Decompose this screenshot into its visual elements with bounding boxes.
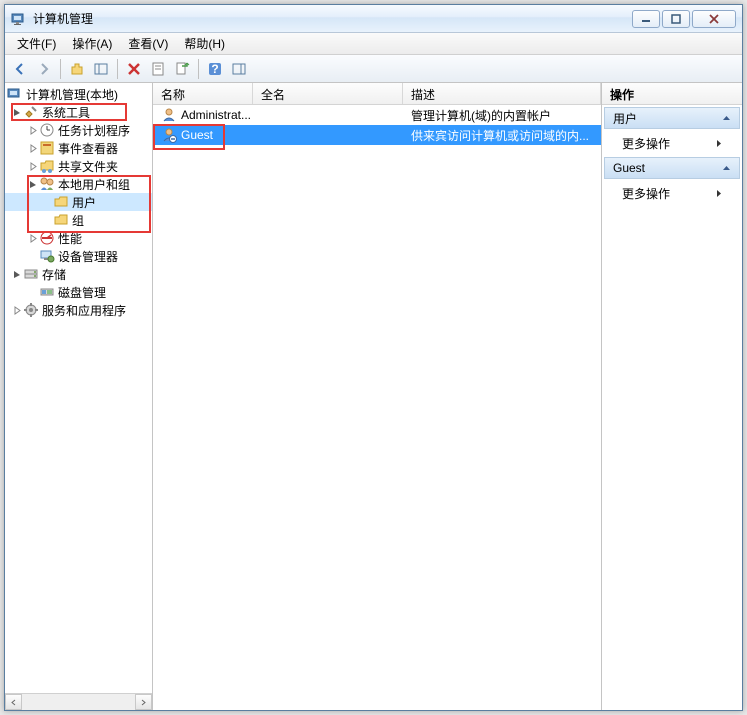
actions-pane: 操作 用户 更多操作 Guest 更多操作 [602,83,742,710]
show-hide-tree-button[interactable] [90,58,112,80]
users-groups-icon [39,176,55,192]
list-body[interactable]: Administrat... 管理计算机(域)的内置帐户 Guest 供来宾访问… [153,105,601,710]
toolbar-separator [198,59,199,79]
user-name: Administrat... [181,108,251,122]
tree-storage[interactable]: 存储 [5,265,152,283]
menu-file[interactable]: 文件(F) [9,32,64,55]
toolbar: ? [5,55,742,83]
user-name: Guest [181,128,213,142]
titlebar[interactable]: 计算机管理 [5,5,742,33]
services-icon [23,302,39,318]
action-more-guest[interactable]: 更多操作 [604,182,740,204]
menu-action[interactable]: 操作(A) [64,32,120,55]
tree-event-viewer[interactable]: 事件查看器 [5,139,152,157]
folder-icon [53,194,69,210]
expander-open-icon[interactable] [27,178,39,190]
menu-help[interactable]: 帮助(H) [176,32,233,55]
tree-groups[interactable]: 组 [5,211,152,229]
nav-tree: 计算机管理(本地) 系统工具 任务计划程序 [5,83,152,321]
tree-pane[interactable]: 计算机管理(本地) 系统工具 任务计划程序 [5,83,153,710]
clock-icon [39,122,55,138]
column-description[interactable]: 描述 [403,83,601,104]
tree-local-users-groups[interactable]: 本地用户和组 [5,175,152,193]
column-name[interactable]: 名称 [153,83,253,104]
mmc-window: 计算机管理 文件(F) 操作(A) 查看(V) 帮助(H) ? [4,4,743,711]
window-buttons [630,10,736,28]
minimize-button[interactable] [632,10,660,28]
list-header: 名称 全名 描述 [153,83,601,105]
app-icon [11,11,27,27]
event-viewer-icon [39,140,55,156]
delete-button[interactable] [123,58,145,80]
svg-text:?: ? [211,62,218,76]
action-more-users[interactable]: 更多操作 [604,132,740,154]
action-section-users[interactable]: 用户 [604,107,740,129]
user-description: 供来宾访问计算机或访问域的内... [411,127,589,144]
expander-open-icon[interactable] [11,106,23,118]
up-button[interactable] [66,58,88,80]
submenu-arrow-icon [715,189,722,198]
tree-device-manager[interactable]: 设备管理器 [5,247,152,265]
export-button[interactable] [171,58,193,80]
tree-services-apps[interactable]: 服务和应用程序 [5,301,152,319]
action-section-guest[interactable]: Guest [604,157,740,179]
window-title: 计算机管理 [33,10,630,27]
tree-task-scheduler[interactable]: 任务计划程序 [5,121,152,139]
tools-icon [23,104,39,120]
collapse-arrow-icon [722,164,731,173]
maximize-button[interactable] [662,10,690,28]
content-area: 计算机管理(本地) 系统工具 任务计划程序 [5,83,742,710]
folder-icon [53,212,69,228]
expander-closed-icon[interactable] [27,124,39,136]
list-row-guest[interactable]: Guest 供来宾访问计算机或访问域的内... [153,125,601,145]
disk-mgmt-icon [39,284,55,300]
expander-closed-icon[interactable] [27,160,39,172]
list-row-administrator[interactable]: Administrat... 管理计算机(域)的内置帐户 [153,105,601,125]
close-button[interactable] [692,10,736,28]
tree-users[interactable]: 用户 [5,193,152,211]
action-pane-toggle-button[interactable] [228,58,250,80]
scroll-right-button[interactable] [135,694,152,710]
column-fullname[interactable]: 全名 [253,83,403,104]
user-icon [161,107,177,123]
menubar: 文件(F) 操作(A) 查看(V) 帮助(H) [5,33,742,55]
computer-mgmt-icon [7,86,23,102]
collapse-arrow-icon [722,114,731,123]
expander-closed-icon[interactable] [27,142,39,154]
tree-shared-folders[interactable]: 共享文件夹 [5,157,152,175]
forward-button[interactable] [33,58,55,80]
help-button[interactable]: ? [204,58,226,80]
expander-closed-icon[interactable] [27,232,39,244]
expander-closed-icon[interactable] [11,304,23,316]
shared-folder-icon [39,158,55,174]
tree-system-tools[interactable]: 系统工具 [5,103,152,121]
tree-scrollbar[interactable] [5,693,152,710]
properties-button[interactable] [147,58,169,80]
actions-header: 操作 [602,83,742,105]
user-disabled-icon [161,127,177,143]
list-pane: 名称 全名 描述 Administrat... 管理计算机(域)的内置帐户 G [153,83,602,710]
scroll-left-button[interactable] [5,694,22,710]
back-button[interactable] [9,58,31,80]
submenu-arrow-icon [715,139,722,148]
tree-root[interactable]: 计算机管理(本地) [5,85,152,103]
device-manager-icon [39,248,55,264]
performance-icon [39,230,55,246]
menu-view[interactable]: 查看(V) [120,32,176,55]
toolbar-separator [117,59,118,79]
tree-disk-management[interactable]: 磁盘管理 [5,283,152,301]
tree-performance[interactable]: 性能 [5,229,152,247]
storage-icon [23,266,39,282]
toolbar-separator [60,59,61,79]
user-description: 管理计算机(域)的内置帐户 [411,107,551,124]
expander-open-icon[interactable] [11,268,23,280]
